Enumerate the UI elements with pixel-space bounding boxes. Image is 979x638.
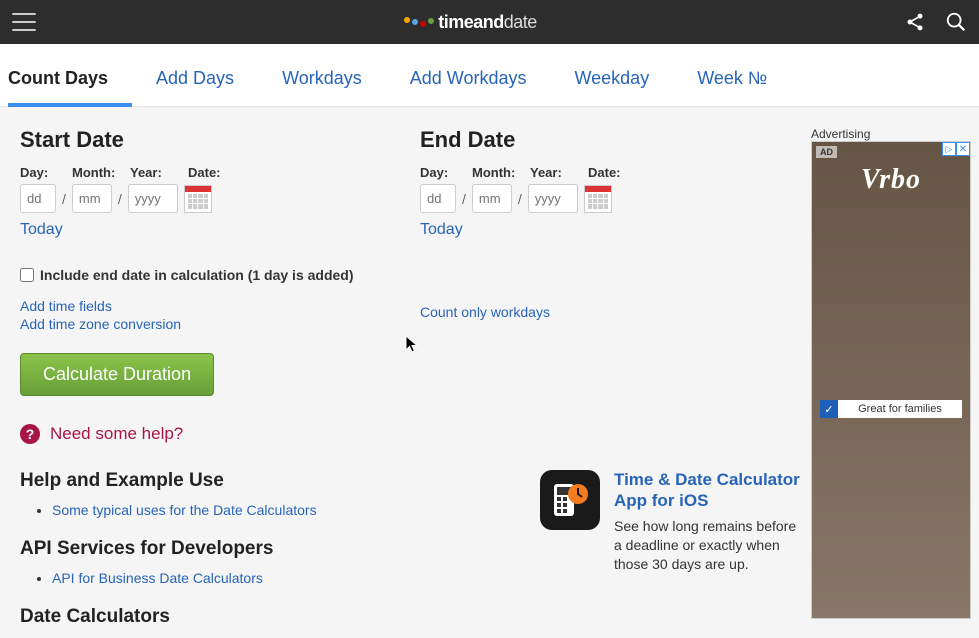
add-time-link[interactable]: Add time fields <box>20 297 360 315</box>
label-year: Year: <box>530 165 588 180</box>
calculators-section-title: Date Calculators <box>20 606 500 628</box>
start-calendar-icon[interactable] <box>184 185 212 213</box>
start-year-input[interactable] <box>128 184 178 213</box>
end-day-input[interactable] <box>420 184 456 213</box>
separator: / <box>118 191 122 207</box>
tab-week-no[interactable]: Week № <box>697 60 791 106</box>
api-link[interactable]: API for Business Date Calculators <box>52 570 263 586</box>
label-date: Date: <box>188 165 221 180</box>
help-uses-link[interactable]: Some typical uses for the Date Calculato… <box>52 502 317 518</box>
count-workdays-link[interactable]: Count only workdays <box>420 303 760 321</box>
help-section-title: Help and Example Use <box>20 470 500 492</box>
include-end-checkbox[interactable] <box>20 268 34 282</box>
add-tz-link[interactable]: Add time zone conversion <box>20 315 360 333</box>
label-day: Day: <box>20 165 72 180</box>
ad-label: Advertising <box>811 127 979 141</box>
calculate-button[interactable]: Calculate Duration <box>20 353 214 396</box>
ad-badge: AD <box>816 146 837 158</box>
tab-add-workdays[interactable]: Add Workdays <box>410 60 551 106</box>
end-calendar-icon[interactable] <box>584 185 612 213</box>
tab-count-days[interactable]: Count Days <box>8 60 132 107</box>
ad-brand: Vrbo <box>812 164 970 196</box>
logo-dots-icon <box>404 17 434 27</box>
label-year: Year: <box>130 165 188 180</box>
separator: / <box>62 191 66 207</box>
start-day-input[interactable] <box>20 184 56 213</box>
app-header: timeanddate <box>0 0 979 44</box>
start-month-input[interactable] <box>72 184 112 213</box>
end-date-title: End Date <box>420 127 760 153</box>
help-icon[interactable]: ? <box>20 424 40 444</box>
end-month-input[interactable] <box>472 184 512 213</box>
include-end-label: Include end date in calculation (1 day i… <box>40 267 354 283</box>
app-description: See how long remains before a deadline o… <box>614 517 800 574</box>
app-icon[interactable] <box>540 470 600 530</box>
share-icon[interactable] <box>905 12 925 32</box>
ad-close-icon[interactable]: ✕ <box>956 142 970 156</box>
app-title-link[interactable]: Time & Date Calculator App for iOS <box>614 470 800 511</box>
start-date-title: Start Date <box>20 127 360 153</box>
separator: / <box>518 191 522 207</box>
start-date-section: Start Date Day: Month: Year: Date: / / T… <box>20 127 360 444</box>
end-today-link[interactable]: Today <box>420 221 463 239</box>
check-icon: ✓ <box>820 400 838 418</box>
app-promo: Time & Date Calculator App for iOS See h… <box>540 470 800 638</box>
api-section-title: API Services for Developers <box>20 538 500 560</box>
tab-weekday[interactable]: Weekday <box>574 60 673 106</box>
tab-add-days[interactable]: Add Days <box>156 60 258 106</box>
ad-banner[interactable]: AD ▷ ✕ Vrbo ✓ Great for families <box>811 141 971 619</box>
tab-bar: Count Days Add Days Workdays Add Workday… <box>0 44 979 107</box>
label-month: Month: <box>472 165 530 180</box>
label-day: Day: <box>420 165 472 180</box>
brand-logo[interactable]: timeanddate <box>36 12 905 33</box>
end-year-input[interactable] <box>528 184 578 213</box>
ad-cta[interactable]: ✓ Great for families <box>820 400 962 418</box>
search-icon[interactable] <box>945 11 967 33</box>
label-date: Date: <box>588 165 621 180</box>
ad-info-icon[interactable]: ▷ <box>942 142 956 156</box>
help-link[interactable]: Need some help? <box>50 424 183 444</box>
brand-text: timeanddate <box>438 12 537 33</box>
menu-icon[interactable] <box>12 13 36 31</box>
end-date-section: End Date Day: Month: Year: Date: / / Tod… <box>420 127 760 444</box>
tab-workdays[interactable]: Workdays <box>282 60 386 106</box>
label-month: Month: <box>72 165 130 180</box>
start-today-link[interactable]: Today <box>20 221 63 239</box>
separator: / <box>462 191 466 207</box>
